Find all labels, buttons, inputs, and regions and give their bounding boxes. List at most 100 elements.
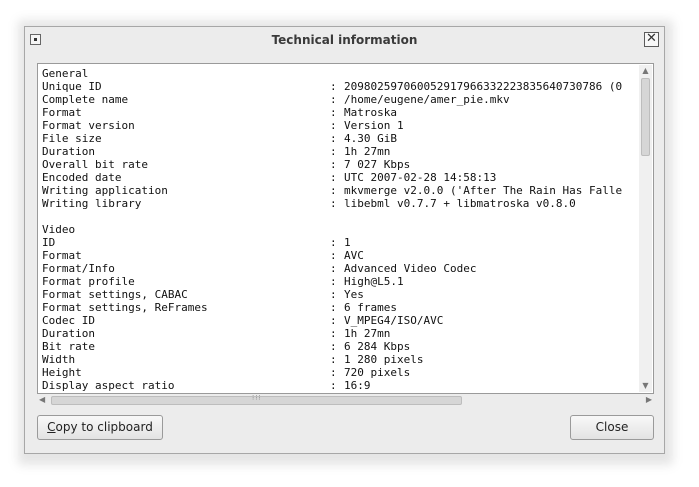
info-value: 1h 27mn [344, 145, 391, 158]
info-key: Writing library [42, 197, 142, 210]
info-separator: : [330, 262, 337, 275]
info-separator: : [330, 197, 337, 210]
info-row: Format/Info: Advanced Video Codec [42, 262, 638, 275]
horizontal-scroll-thumb[interactable]: ⁝⁝⁝ [51, 394, 462, 405]
info-separator: : [330, 145, 337, 158]
info-value: 209802597060052917966332223835640730786 … [344, 80, 623, 93]
info-key: Format [42, 249, 82, 262]
info-separator: : [330, 80, 337, 93]
info-value: 16:9 [344, 379, 371, 391]
info-key: Format settings, CABAC [42, 288, 188, 301]
info-row: Encoded date: UTC 2007-02-28 14:58:13 [42, 171, 638, 184]
info-separator: : [330, 171, 337, 184]
info-key: Format version [42, 119, 135, 132]
info-key: Duration [42, 145, 95, 158]
info-row: ID:1 [42, 236, 638, 249]
info-row: Display aspect ratio:16:9 [42, 379, 638, 391]
info-row: Codec ID: V_MPEG4/ISO/AVC [42, 314, 638, 327]
info-row: Format version: Version 1 [42, 119, 638, 132]
scroll-up-icon[interactable]: ▲ [639, 66, 652, 76]
info-key: Width [42, 353, 76, 366]
info-row: Writing application: mkvmerge v2.0.0 ('Af… [42, 184, 638, 197]
info-row: Overall bit rate:7 027 Kbps [42, 158, 638, 171]
info-separator: : [330, 158, 337, 171]
info-row: Format settings, ReFrames:6 frames [42, 301, 638, 314]
info-text[interactable]: General Unique ID:20980259706005291796633… [42, 67, 638, 391]
close-icon[interactable]: ✕ [644, 32, 659, 47]
info-row: Format: AVC [42, 249, 638, 262]
info-value: AVC [344, 249, 364, 262]
info-separator: : [330, 379, 337, 391]
info-value: 7 027 Kbps [344, 158, 411, 171]
info-value: V_MPEG4/ISO/AVC [344, 314, 444, 327]
info-key: Writing application [42, 184, 168, 197]
info-separator: : [330, 132, 337, 145]
info-value: 6 frames [344, 301, 397, 314]
info-text-area[interactable]: General Unique ID:20980259706005291796633… [37, 63, 654, 394]
title-bar[interactable]: Technical information ✕ [25, 27, 664, 55]
copy-label: opy to clipboard [55, 420, 153, 434]
info-value: 4.30 GiB [344, 132, 397, 145]
info-row: Duration:1h 27mn [42, 145, 638, 158]
info-key: Duration [42, 327, 95, 340]
info-value: 720 pixels [344, 366, 411, 379]
section-header: General [42, 67, 89, 80]
info-value: 1h 27mn [344, 327, 391, 340]
info-value: 1 [344, 236, 351, 249]
scroll-right-icon[interactable]: ▶ [646, 395, 652, 404]
info-separator: : [330, 119, 337, 132]
info-separator: : [330, 249, 337, 262]
info-row: Writing library: libebml v0.7.7 + libmatr… [42, 197, 638, 210]
info-key: Overall bit rate [42, 158, 148, 171]
copy-mnemonic: C [47, 420, 56, 434]
info-separator: : [330, 353, 337, 366]
info-separator: : [330, 314, 337, 327]
info-key: Display aspect ratio [42, 379, 175, 391]
horizontal-scrollbar[interactable]: ◀ ⁝⁝⁝ ▶ [37, 394, 654, 407]
info-key: Encoded date [42, 171, 122, 184]
info-key: Height [42, 366, 82, 379]
info-separator: : [330, 366, 337, 379]
info-value: Advanced Video Codec [344, 262, 477, 275]
info-row: Bit rate:6 284 Kbps [42, 340, 638, 353]
copy-to-clipboard-button[interactable]: Copy to clipboard [37, 415, 163, 440]
info-value: Yes [344, 288, 364, 301]
info-separator: : [330, 340, 337, 353]
technical-information-dialog: Technical information ✕ General Unique ID… [24, 26, 665, 454]
close-button[interactable]: Close [570, 415, 654, 440]
info-value: libebml v0.7.7 + libmatroska v0.8.0 [344, 197, 576, 210]
info-value: /home/eugene/amer_pie.mkv [344, 93, 510, 106]
info-row: Format settings, CABAC: Yes [42, 288, 638, 301]
info-value: Matroska [344, 106, 397, 119]
info-separator: : [330, 93, 337, 106]
info-key: Codec ID [42, 314, 95, 327]
info-row: Format profile: High@L5.1 [42, 275, 638, 288]
info-row: Width:1 280 pixels [42, 353, 638, 366]
info-separator: : [330, 327, 337, 340]
info-row: Unique ID:209802597060052917966332223835… [42, 80, 638, 93]
scroll-left-icon[interactable]: ◀ [39, 395, 45, 404]
info-separator: : [330, 184, 337, 197]
info-row: Height:720 pixels [42, 366, 638, 379]
info-row: Format: Matroska [42, 106, 638, 119]
info-key: Unique ID [42, 80, 102, 93]
info-key: Format/Info [42, 262, 115, 275]
info-value: 1 280 pixels [344, 353, 424, 366]
scroll-down-icon[interactable]: ▼ [639, 381, 652, 391]
grip-icon: ⁝⁝⁝ [252, 394, 262, 402]
info-row: Duration:1h 27mn [42, 327, 638, 340]
info-separator: : [330, 275, 337, 288]
info-key: Format profile [42, 275, 135, 288]
info-value: mkvmerge v2.0.0 ('After The Rain Has Fal… [344, 184, 623, 197]
info-separator: : [330, 301, 337, 314]
info-key: Format settings, ReFrames [42, 301, 208, 314]
info-separator: : [330, 236, 337, 249]
info-key: Complete name [42, 93, 129, 106]
section-header: Video [42, 223, 76, 236]
info-key: ID [42, 236, 56, 249]
vertical-scroll-thumb[interactable] [641, 78, 650, 156]
info-value: High@L5.1 [344, 275, 404, 288]
info-value: Version 1 [344, 119, 404, 132]
vertical-scrollbar[interactable]: ▲ ▼ [639, 65, 652, 392]
